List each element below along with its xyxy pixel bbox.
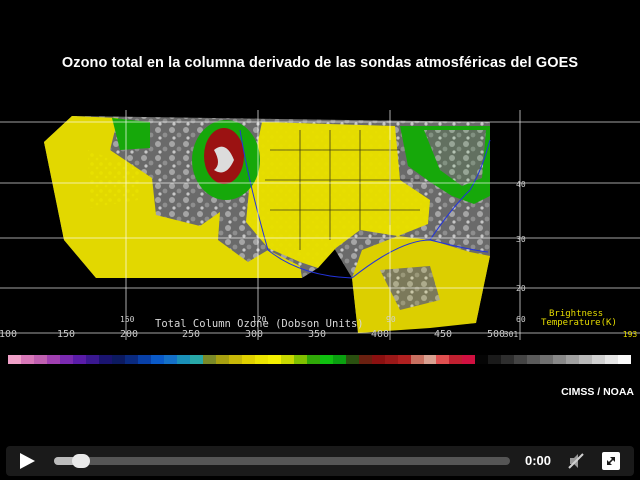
- mute-icon[interactable]: [566, 451, 586, 471]
- video-controls: 0:00: [6, 446, 634, 476]
- play-icon[interactable]: [18, 452, 36, 470]
- lon-label-150: 150: [120, 315, 135, 324]
- colorbar-tick: 250: [181, 329, 201, 340]
- temperature-label: Temperature(K): [541, 318, 617, 328]
- time-display: 0:00: [525, 453, 552, 468]
- credit-label: CIMSS / NOAA: [561, 386, 634, 398]
- ozone-colorbar: [8, 355, 632, 364]
- colorbar-tick: 500: [486, 329, 506, 340]
- colorbar-tick: 150: [56, 329, 76, 340]
- colorbar-tick: 300: [244, 329, 264, 340]
- colorbar-tick: 450: [433, 329, 453, 340]
- fullscreen-icon[interactable]: [601, 451, 621, 471]
- lat-label-20: 20: [516, 284, 526, 293]
- colorbar-tick: 200: [119, 329, 139, 340]
- lat-label-40: 40: [516, 180, 526, 189]
- lat-label-30: 30: [516, 235, 526, 244]
- lon-label-60: 60: [516, 315, 526, 324]
- bt-tick-right: 193: [622, 330, 638, 339]
- ozone-map: 150 120 90 60 40 30 20 Total Column Ozon…: [0, 110, 640, 340]
- seek-bar[interactable]: [54, 454, 510, 468]
- colorbar-tick: 100: [0, 329, 18, 340]
- seek-handle[interactable]: [72, 454, 91, 468]
- colorbar-tick: 350: [307, 329, 327, 340]
- colorbar-tick: 400: [370, 329, 390, 340]
- bt-tick-left: 301: [503, 330, 519, 339]
- lon-label-90: 90: [386, 315, 396, 324]
